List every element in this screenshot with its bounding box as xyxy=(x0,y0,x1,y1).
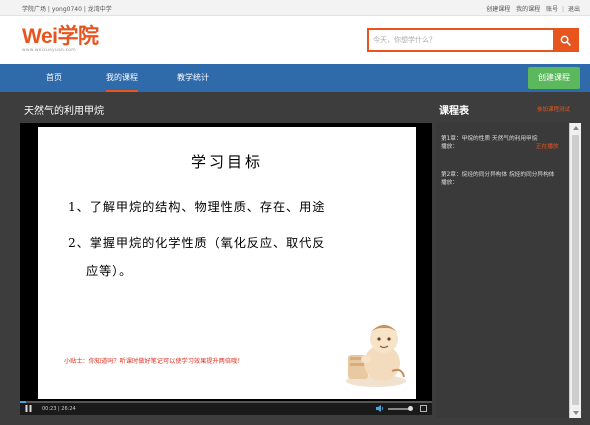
slide-line-2: 2、掌握甲烷的化学性质（氧化反应、取代反 xyxy=(68,236,326,250)
search-input[interactable] xyxy=(369,30,553,50)
scroll-down-icon[interactable] xyxy=(573,411,579,415)
lesson-item[interactable]: 第2章：烷烃的同分异构体 烷烃的同分异构体 播放： xyxy=(441,171,566,187)
top-bar: 学院广场 | yong0740 | 龙湾中学 创建课程 我的课程 账号 | 退出 xyxy=(0,0,590,16)
scroll-up-icon[interactable] xyxy=(573,126,579,130)
top-links: 创建课程 我的课程 账号 | 退出 xyxy=(482,4,580,13)
scroll-thumb[interactable] xyxy=(572,135,579,405)
search-box xyxy=(367,28,579,52)
top-link-my-courses[interactable]: 我的课程 xyxy=(516,6,540,13)
sidebar-scrollbar[interactable] xyxy=(569,123,581,418)
lesson-status: 正在播放 xyxy=(535,144,559,150)
user-info: 学院广场 | yong0740 | 龙湾中学 xyxy=(22,6,112,13)
slide-content: 学习目标 1、了解甲烷的结构、物理性质、存在、用途 2、掌握甲烷的化学性质（氧化… xyxy=(38,127,416,399)
slide-line-3: 应等）。 xyxy=(86,264,133,278)
volume-icon[interactable] xyxy=(376,405,384,412)
schedule-title: 课程表 xyxy=(439,106,469,117)
lesson-meta-row: 播放： xyxy=(441,179,566,187)
player-controls: 00:23 | 26:24 xyxy=(20,401,432,415)
top-link-account[interactable]: 账号 xyxy=(546,6,558,13)
lesson-item[interactable]: 第1章：甲烷的性质 天然气的利用甲烷 播放： 正在播放 xyxy=(441,135,566,151)
lesson-title: 第1章：甲烷的性质 天然气的利用甲烷 xyxy=(441,136,538,142)
fullscreen-icon[interactable] xyxy=(420,405,427,412)
nav-teaching-stats[interactable]: 教学统计 xyxy=(177,64,209,92)
nav-home[interactable]: 首页 xyxy=(46,64,62,92)
progress-fill xyxy=(20,401,27,403)
top-link-divider: | xyxy=(562,6,565,13)
logo-url: www.weixueyuan.com xyxy=(22,48,76,53)
logo-brand: Wei学院 xyxy=(22,25,99,48)
lesson-meta: 播放： xyxy=(441,180,459,186)
take-test-link[interactable]: 参加课程测试 xyxy=(537,105,570,113)
main-nav: 首页 我的课程 教学统计 创建课程 xyxy=(0,64,590,92)
volume-knob[interactable] xyxy=(408,406,413,411)
top-link-create-course[interactable]: 创建课程 xyxy=(486,6,510,13)
search-icon xyxy=(560,35,571,46)
slide-line-1: 1、了解甲烷的结构、物理性质、存在、用途 xyxy=(68,200,326,214)
top-link-logout[interactable]: 退出 xyxy=(568,6,580,13)
site-logo[interactable]: Wei学院 www.weixueyuan.com xyxy=(22,25,99,53)
progress-bar[interactable] xyxy=(20,401,432,403)
search-button[interactable] xyxy=(553,30,577,50)
lesson-title: 第2章：烷烃的同分异构体 烷烃的同分异构体 xyxy=(441,172,555,178)
site-header: Wei学院 www.weixueyuan.com xyxy=(0,16,590,64)
pause-icon[interactable] xyxy=(25,405,32,412)
nav-my-courses[interactable]: 我的课程 xyxy=(106,64,138,92)
slide-heading: 学习目标 xyxy=(190,153,263,171)
video-player[interactable]: 学习目标 1、了解甲烷的结构、物理性质、存在、用途 2、掌握甲烷的化学性质（氧化… xyxy=(20,123,432,415)
lesson-meta: 播放： xyxy=(441,144,459,150)
playback-time: 00:23 | 26:24 xyxy=(42,406,76,412)
mascot-illustration xyxy=(346,325,406,387)
lesson-meta-row: 播放： 正在播放 xyxy=(441,143,566,151)
course-title: 天然气的利用甲烷 xyxy=(24,106,104,117)
create-course-button[interactable]: 创建课程 xyxy=(528,67,580,89)
lesson-panel: 第1章：甲烷的性质 天然气的利用甲烷 播放： 正在播放 第2章：烷烃的同分异构体… xyxy=(436,123,581,418)
slide-tip: 小贴士：你知道吗？听课时做好笔记可以使学习效果提升两倍哦！ xyxy=(64,358,244,365)
